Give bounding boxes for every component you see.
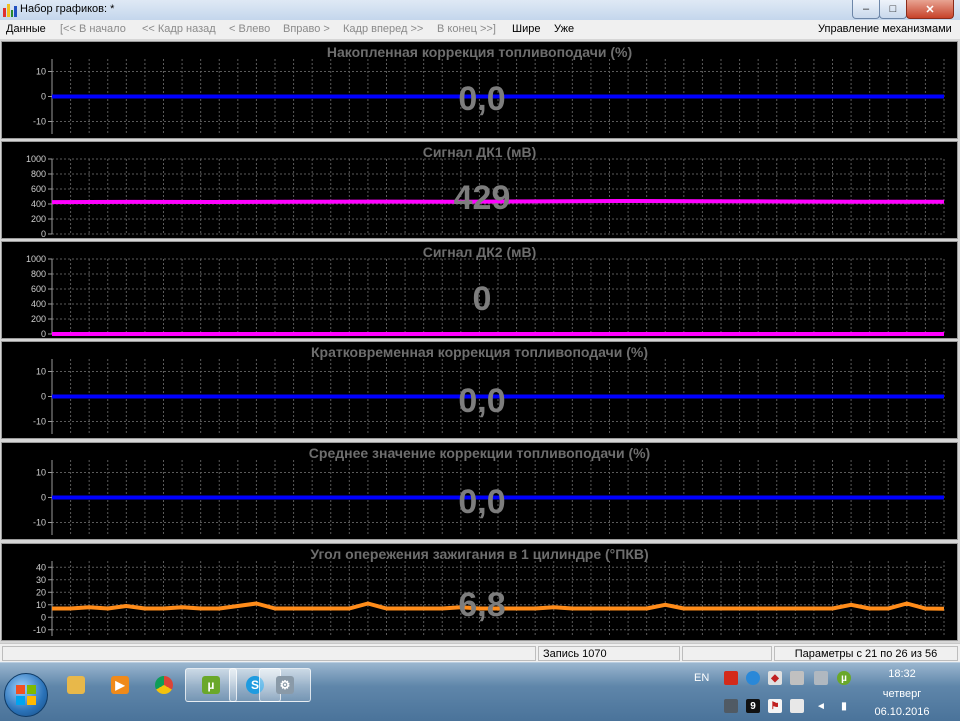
language-indicator[interactable]: EN [694, 672, 709, 684]
taskbar-diagnostic-app-button[interactable]: ⚙ [259, 668, 311, 702]
menu-left[interactable]: < Влево [229, 23, 270, 35]
y-tick-label: 40 [36, 562, 46, 572]
chrome-icon [155, 676, 173, 694]
clock-day[interactable]: четверг [866, 688, 938, 700]
menu-right[interactable]: Вправо > [283, 23, 330, 35]
tray-update-icon[interactable] [746, 671, 760, 685]
window-title-bar[interactable]: Набор графиков: * – □ ✕ [0, 0, 960, 21]
status-record: Запись 1070 [538, 646, 680, 661]
y-tick-label: 10 [36, 367, 46, 377]
minimize-button[interactable]: – [852, 0, 880, 19]
y-tick-label: 20 [36, 587, 46, 597]
menu-bar: Данные [<< В начало << Кадр назад < Влев… [0, 20, 960, 39]
menu-to-start[interactable]: [<< В начало [60, 23, 126, 35]
chart-title: Сигнал ДК1 (мВ) [422, 144, 537, 160]
clock-date[interactable]: 06.10.2016 [866, 706, 938, 718]
y-tick-label: 10 [36, 600, 46, 610]
chart-current-value: 6,8 [458, 586, 506, 624]
chart-panel-ignition-advance[interactable]: 40 30 20 10 0 -10 Угол опережения зажигания в… [1, 543, 958, 641]
y-tick-label: 10 [36, 468, 46, 478]
y-tick-label: 30 [36, 575, 46, 585]
tray-volume-icon[interactable]: ◄ [814, 699, 828, 713]
menu-narrower[interactable]: Уже [554, 23, 574, 35]
menu-mechanisms[interactable]: Управление механизмами [818, 23, 952, 35]
status-params: Параметры с 21 по 26 из 56 [774, 646, 958, 661]
utorrent-icon: µ [202, 676, 220, 694]
y-tick-label: -10 [33, 625, 46, 635]
chart-title: Накопленная коррекция топливоподачи (%) [326, 44, 633, 60]
y-tick-label: 0 [41, 392, 46, 402]
y-tick-label: 0 [41, 229, 46, 239]
tray-shield-icon[interactable]: ◆ [768, 671, 782, 685]
menu-to-end[interactable]: В конец >>] [437, 23, 496, 35]
chart-current-value: 0,0 [458, 483, 506, 521]
start-button[interactable] [4, 673, 48, 717]
menu-frame-forward[interactable]: Кадр вперед >> [343, 23, 423, 35]
chart-title: Среднее значение коррекции топливоподачи… [308, 445, 651, 461]
chart-panel-lambda-sensor-2[interactable]: 1000 800 600 400 200 0 Сигнал ДК2 (мВ) 0 [1, 241, 958, 339]
y-tick-label: 0 [41, 493, 46, 503]
y-tick-label: 600 [31, 184, 46, 194]
tray-monitor-icon[interactable] [724, 699, 738, 713]
app-icon [3, 3, 17, 17]
minimize-icon: – [862, 3, 870, 15]
chart-panel-average-correction[interactable]: 10 0 -10 Среднее значение коррекции топлив… [1, 442, 958, 540]
taskbar: ▶ µ S ⚙ EN ◆ µ 9 ⚑ ◄ ▮ 18:32 четверг 06.… [0, 662, 960, 721]
y-tick-label: -10 [33, 117, 46, 127]
menu-data[interactable]: Данные [6, 23, 46, 35]
chart-title: Кратковременная коррекция топливоподачи … [310, 344, 648, 360]
chart-panel-short-term-correction[interactable]: 10 0 -10 Кратковременная коррекция топливо… [1, 341, 958, 439]
y-tick-label: 0 [41, 612, 46, 622]
tray-utorrent-icon[interactable]: µ [837, 671, 851, 685]
chart-current-value: 0,0 [458, 382, 506, 420]
y-tick-label: 200 [31, 314, 46, 324]
chart-panel-lambda-sensor-1[interactable]: 1000 800 600 400 200 0 Сигнал ДК1 (мВ) 429 [1, 141, 958, 239]
folder-icon [67, 676, 85, 694]
media-play-icon: ▶ [111, 676, 129, 694]
windows-logo-icon [16, 685, 36, 705]
charts-area: 10 0 -10 Накопленная коррекция топливопода… [0, 39, 960, 643]
tray-flag-icon[interactable]: ⚑ [768, 699, 782, 713]
tray-device-icon[interactable] [790, 671, 804, 685]
y-tick-label: 10 [36, 67, 46, 77]
menu-frame-back[interactable]: << Кадр назад [142, 23, 216, 35]
y-tick-label: 400 [31, 299, 46, 309]
window-title: Набор графиков: * [20, 3, 115, 15]
maximize-icon: □ [889, 3, 897, 15]
chart-current-value: 429 [453, 179, 511, 217]
status-bar: Запись 1070 Параметры с 21 по 26 из 56 [0, 643, 960, 663]
chart-title: Сигнал ДК2 (мВ) [422, 244, 537, 260]
menu-wider[interactable]: Шире [512, 23, 540, 35]
tray-signal-icon[interactable]: ▮ [837, 699, 851, 713]
chart-title: Угол опережения зажигания в 1 цилиндре (… [310, 546, 649, 562]
close-button[interactable]: ✕ [906, 0, 954, 19]
tray-antivirus-icon[interactable] [724, 671, 738, 685]
tray-network-icon[interactable] [814, 671, 828, 685]
status-cell-empty-2 [682, 646, 772, 661]
y-tick-label: 0 [41, 329, 46, 339]
y-tick-label: 600 [31, 284, 46, 294]
chart-current-value: 0 [472, 280, 492, 318]
tray-counter-badge[interactable]: 9 [746, 699, 760, 713]
y-tick-label: 0 [41, 92, 46, 102]
y-tick-label: 200 [31, 214, 46, 224]
y-tick-label: 800 [31, 169, 46, 179]
status-cell-empty [2, 646, 536, 661]
chart-panel-accumulated-correction[interactable]: 10 0 -10 Накопленная коррекция топливопода… [1, 41, 958, 139]
y-tick-label: -10 [33, 417, 46, 427]
taskbar-chrome-button[interactable] [138, 668, 190, 702]
y-tick-label: 800 [31, 269, 46, 279]
chart-current-value: 0,0 [458, 80, 506, 118]
close-icon: ✕ [925, 3, 935, 16]
y-tick-label: 400 [31, 199, 46, 209]
diagnostic-app-icon: ⚙ [276, 676, 294, 694]
clock-time[interactable]: 18:32 [866, 668, 938, 680]
maximize-button[interactable]: □ [879, 0, 907, 19]
y-tick-label: -10 [33, 518, 46, 528]
tray-battery-icon[interactable] [790, 699, 804, 713]
